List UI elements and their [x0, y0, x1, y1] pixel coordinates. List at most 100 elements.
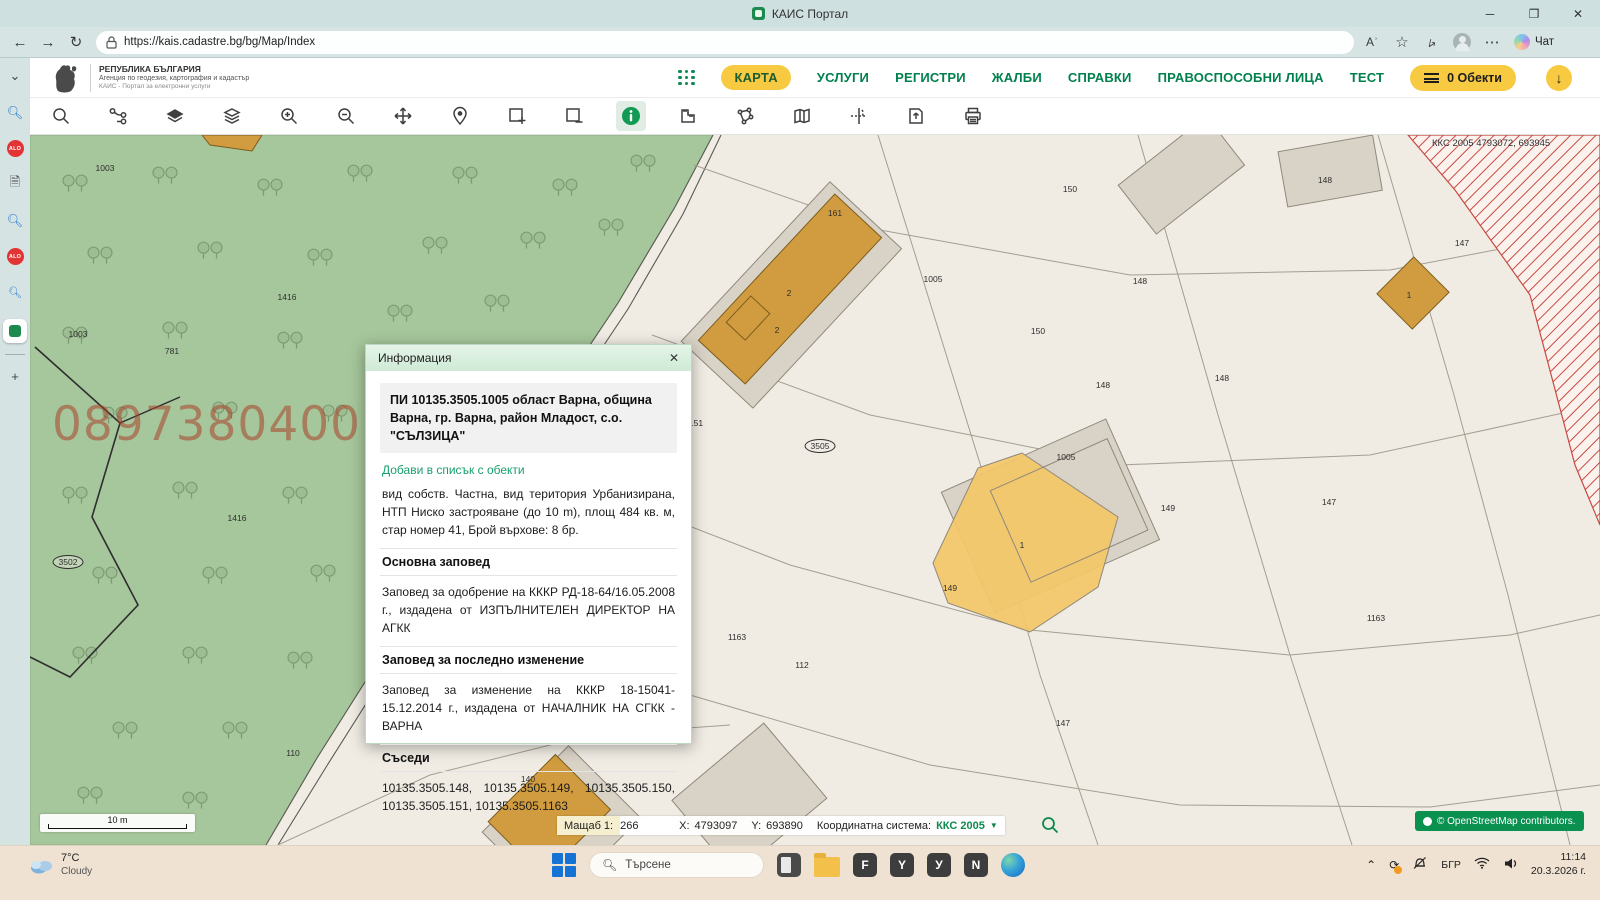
- minimize-button[interactable]: ─: [1468, 0, 1512, 27]
- app-icon-у[interactable]: У: [927, 853, 951, 877]
- sidebar-add-icon[interactable]: +: [5, 366, 25, 386]
- nav-test[interactable]: ТЕСТ: [1350, 70, 1384, 85]
- search-tool-icon[interactable]: [46, 101, 76, 131]
- coordinates-icon[interactable]: [844, 101, 874, 131]
- route-settings-icon[interactable]: [103, 101, 133, 131]
- section-heading: Заповед за последно изменение: [380, 647, 677, 675]
- sidebar-active-kais-icon[interactable]: [3, 319, 27, 343]
- search-icon[interactable]: 🔍︎: [5, 282, 25, 302]
- nav-uslugi[interactable]: УСЛУГИ: [817, 70, 869, 85]
- copilot-button[interactable]: Чат: [1508, 34, 1560, 50]
- app-icon-n[interactable]: N: [964, 853, 988, 877]
- select-subtract-icon[interactable]: [559, 101, 589, 131]
- settings-more-icon[interactable]: ⋯: [1478, 30, 1506, 54]
- sidebar-collapse-icon[interactable]: ⌄: [5, 66, 25, 86]
- edge-browser-icon[interactable]: [1001, 853, 1025, 877]
- nav-zhalbi[interactable]: ЖАЛБИ: [992, 70, 1042, 85]
- notifications-off-icon[interactable]: [1412, 856, 1428, 873]
- download-arrow-button[interactable]: ↓: [1546, 64, 1572, 91]
- refresh-icon[interactable]: ↻: [62, 30, 90, 54]
- url-text: https://kais.cadastre.bg/bg/Map/Index: [124, 36, 316, 48]
- address-bar[interactable]: https://kais.cadastre.bg/bg/Map/Index: [96, 30, 1354, 54]
- parcel-number: 150: [1062, 184, 1078, 194]
- pan-icon[interactable]: [388, 101, 418, 131]
- parcel-number: 110: [286, 748, 300, 758]
- app-icon-y[interactable]: Y: [890, 853, 914, 877]
- section-text: Заповед за изменение на КККР 18-15041-15…: [382, 683, 675, 734]
- read-aloud-icon[interactable]: Aʾ: [1358, 30, 1386, 54]
- map-icon[interactable]: [787, 101, 817, 131]
- add-to-objects-link[interactable]: Добави в списък с обекти: [382, 463, 675, 477]
- wifi-icon[interactable]: [1474, 857, 1490, 872]
- volume-icon[interactable]: [1503, 857, 1518, 873]
- search-icon[interactable]: 🔍︎: [5, 103, 25, 123]
- document-icon[interactable]: 🗎: [5, 174, 25, 194]
- osm-attribution[interactable]: © OpenStreetMap contributors.: [1415, 811, 1584, 831]
- scale-input[interactable]: [620, 818, 673, 833]
- apps-grid-icon[interactable]: [678, 69, 695, 86]
- alo-site-icon[interactable]: ALO: [6, 140, 24, 157]
- start-button[interactable]: [552, 853, 576, 877]
- popup-close-icon[interactable]: ✕: [669, 351, 679, 365]
- zoom-in-icon[interactable]: [274, 101, 304, 131]
- section-heading: Съседи: [380, 745, 677, 773]
- popup-section: Съседи 10135.3505.148, 10135.3505.149, 1…: [380, 744, 677, 815]
- section-text: 10135.3505.148, 10135.3505.149, 10135.35…: [382, 781, 675, 814]
- print-icon[interactable]: [958, 101, 988, 131]
- profile-avatar[interactable]: [1448, 30, 1476, 54]
- popup-title: Информация: [378, 351, 452, 365]
- site-favicon: [751, 7, 765, 20]
- chevron-down-icon[interactable]: ▼: [990, 821, 998, 830]
- forward-icon[interactable]: →: [34, 30, 62, 54]
- tray-expand-icon[interactable]: ⌃: [1366, 858, 1376, 872]
- close-button[interactable]: ✕: [1556, 0, 1600, 27]
- back-icon[interactable]: ←: [6, 30, 34, 54]
- tray-date: 20.3.2026 г.: [1530, 864, 1586, 877]
- site-header: РЕПУБЛИКА БЪЛГАРИЯ Агенция по геодезия, …: [30, 58, 1600, 98]
- copilot-label: Чат: [1535, 36, 1555, 48]
- scale-bar: 10 m: [40, 814, 195, 832]
- map-canvas[interactable]: 0897380400 1003 1003 1416 781 1416 3502 110 140…: [30, 135, 1600, 845]
- language-indicator[interactable]: БГР: [1441, 859, 1461, 871]
- location-pin-icon[interactable]: [445, 101, 475, 131]
- nav-spravki[interactable]: СПРАВКИ: [1068, 70, 1132, 85]
- restore-button[interactable]: ❐: [1512, 0, 1556, 27]
- basemap: [30, 135, 1600, 845]
- weather-label: Cloudy: [61, 865, 93, 877]
- nav-pravosposobni-litsa[interactable]: ПРАВОСПОСОБНИ ЛИЦА: [1158, 70, 1324, 85]
- taskbar-search[interactable]: 🔍︎ Търсене: [589, 852, 764, 878]
- measure-area-icon[interactable]: [730, 101, 760, 131]
- search-icon[interactable]: 🔍︎: [5, 211, 25, 231]
- measure-length-icon[interactable]: [673, 101, 703, 131]
- nav-registri[interactable]: РЕГИСТРИ: [895, 70, 966, 85]
- clock-widget[interactable]: 11:14 20.3.2026 г.: [1531, 851, 1586, 878]
- parcel-number: 1005: [1056, 452, 1076, 462]
- parcel-number: 147: [1454, 238, 1470, 248]
- parcel-number: 149: [942, 583, 958, 593]
- info-tool-icon[interactable]: [616, 101, 646, 131]
- lock-icon: [106, 35, 117, 49]
- parcel-number: 781: [164, 346, 180, 356]
- parcel-number: 149: [1160, 503, 1176, 513]
- file-explorer-icon[interactable]: [814, 852, 840, 877]
- org-portal: КАИС - Портал за електронни услуги: [99, 82, 211, 90]
- popup-header[interactable]: Информация ✕: [366, 345, 691, 371]
- weather-widget[interactable]: 7°C Cloudy: [28, 852, 92, 878]
- zoom-out-icon[interactable]: [331, 101, 361, 131]
- app-icon[interactable]: [777, 853, 801, 877]
- windows-taskbar: 7°C Cloudy 🔍︎ Търсене FYУN ⌃ ⟳ БГР 11:14…: [0, 845, 1600, 900]
- objects-list-button[interactable]: 0 Обекти: [1410, 64, 1516, 91]
- crs-value[interactable]: ККС 2005: [936, 820, 985, 832]
- favorite-star-icon[interactable]: ☆: [1388, 30, 1416, 54]
- alo-site-icon[interactable]: ALO: [6, 248, 24, 265]
- nav-karta[interactable]: КАРТА: [721, 65, 791, 90]
- app-icon-f[interactable]: F: [853, 853, 877, 877]
- select-add-icon[interactable]: [502, 101, 532, 131]
- export-icon[interactable]: [901, 101, 931, 131]
- sync-icon[interactable]: ⟳: [1389, 858, 1403, 874]
- parcel-number: 1003: [95, 163, 115, 173]
- layers-icon[interactable]: [217, 101, 247, 131]
- statusbar-search-icon[interactable]: [1040, 815, 1060, 835]
- collections-icon[interactable]: ⭟: [1418, 30, 1446, 54]
- base-layer-icon[interactable]: [160, 101, 190, 131]
